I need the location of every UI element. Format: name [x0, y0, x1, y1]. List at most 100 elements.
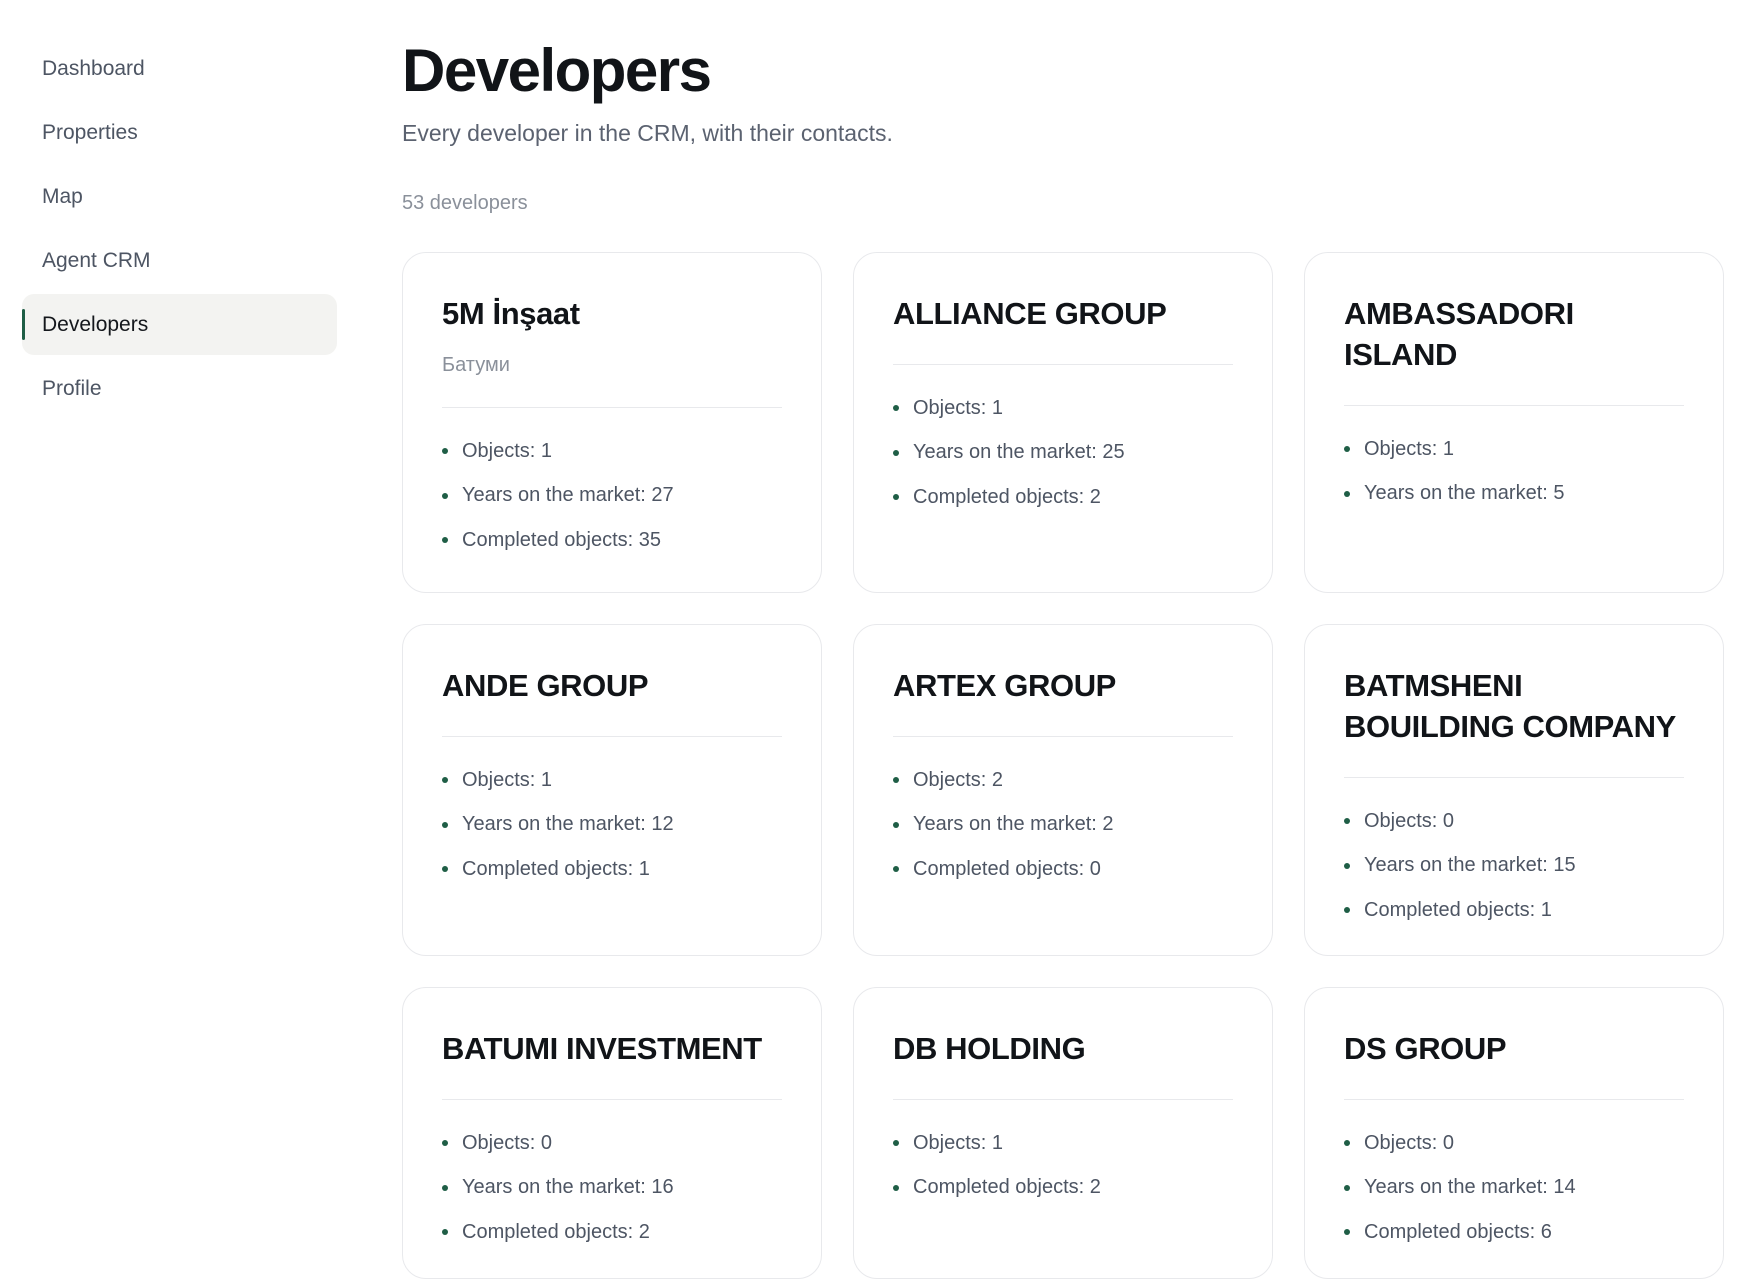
- stat-label: Completed objects:: [913, 1176, 1085, 1199]
- bullet-icon: [893, 449, 899, 456]
- developer-city: Батуми: [442, 354, 510, 376]
- sidebar: Dashboard Properties Map Agent CRM Devel…: [22, 38, 337, 422]
- developer-count: 53 developers: [402, 192, 528, 214]
- stat-label: Years on the market:: [462, 484, 646, 507]
- developer-card[interactable]: BATMSHENI BOUILDING COMPANY Objects: 0 Ye…: [1304, 624, 1724, 956]
- stat-value: 35: [638, 528, 662, 551]
- stat-completed: Completed objects: 1: [1344, 888, 1684, 933]
- stat-value: 27: [651, 484, 674, 507]
- stat-completed: Completed objects: 0: [893, 847, 1233, 892]
- stat-years: Years on the market: 15: [1344, 844, 1684, 889]
- stat-value: 1: [991, 1131, 1004, 1154]
- stat-completed: Completed objects: 6: [1344, 1210, 1684, 1255]
- bullet-icon: [442, 821, 448, 828]
- stat-label: Objects:: [1364, 437, 1438, 460]
- stat-objects: Objects: 0: [442, 1121, 782, 1166]
- developer-card[interactable]: ARTEX GROUP Objects: 2 Years on the marke…: [853, 624, 1273, 956]
- bullet-icon: [442, 866, 448, 873]
- bullet-icon: [1344, 818, 1350, 825]
- developer-card[interactable]: AMBASSADORI ISLAND Objects: 1 Years on th…: [1304, 252, 1724, 593]
- developer-card[interactable]: DB HOLDING Objects: 1 Completed objects: 2: [853, 987, 1273, 1279]
- stat-objects: Objects: 0: [1344, 1121, 1684, 1166]
- stat-completed: Completed objects: 2: [893, 475, 1233, 520]
- bullet-icon: [442, 1184, 448, 1191]
- stat-value: 0: [1442, 1131, 1455, 1154]
- developer-card[interactable]: ALLIANCE GROUP Objects: 1 Years on the ma…: [853, 252, 1273, 593]
- sidebar-item-map[interactable]: Map: [22, 166, 337, 227]
- stat-value: 2: [638, 1220, 650, 1243]
- stat-objects: Objects: 0: [1344, 799, 1684, 844]
- stat-value: 0: [540, 1131, 553, 1154]
- bullet-icon: [893, 1184, 899, 1191]
- developer-name: BATUMI INVESTMENT: [442, 1031, 762, 1066]
- stat-value: 2: [1102, 813, 1114, 836]
- developer-card[interactable]: ANDE GROUP Objects: 1 Years on the market…: [402, 624, 822, 956]
- page-subtitle: Every developer in the CRM, with their c…: [402, 120, 893, 146]
- developer-card[interactable]: 5M İnşaat Батуми Objects: 1 Years on the …: [402, 252, 822, 593]
- sidebar-item-developers[interactable]: Developers: [22, 294, 337, 355]
- bullet-icon: [1344, 862, 1350, 869]
- stat-completed: Completed objects: 1: [442, 847, 782, 892]
- developer-name: AMBASSADORI ISLAND: [1344, 296, 1574, 372]
- developer-name: BATMSHENI BOUILDING COMPANY: [1344, 668, 1676, 744]
- stat-label: Objects:: [462, 1131, 536, 1154]
- sidebar-item-agent-crm[interactable]: Agent CRM: [22, 230, 337, 291]
- bullet-icon: [1344, 907, 1350, 914]
- sidebar-item-profile[interactable]: Profile: [22, 358, 337, 419]
- stat-label: Years on the market:: [1364, 854, 1548, 877]
- stat-label: Objects:: [1364, 809, 1438, 832]
- stat-objects: Objects: 1: [893, 386, 1233, 431]
- stat-value: 16: [651, 1176, 674, 1199]
- stat-value: 1: [540, 439, 553, 462]
- stat-years: Years on the market: 27: [442, 474, 782, 519]
- stat-years: Years on the market: 2: [893, 803, 1233, 848]
- bullet-icon: [442, 492, 448, 499]
- stat-years: Years on the market: 5: [1344, 472, 1684, 517]
- stat-label: Completed objects:: [913, 857, 1085, 880]
- stat-label: Completed objects:: [462, 857, 634, 880]
- developer-card[interactable]: BATUMI INVESTMENT Objects: 0 Years on the…: [402, 987, 822, 1279]
- stat-value: 14: [1553, 1176, 1576, 1199]
- developer-card[interactable]: DS GROUP Objects: 0 Years on the market: 1…: [1304, 987, 1724, 1279]
- stat-completed: Completed objects: 35: [442, 518, 782, 563]
- stat-label: Objects:: [913, 1131, 987, 1154]
- stat-label: Years on the market:: [913, 813, 1097, 836]
- stat-label: Completed objects:: [1364, 898, 1536, 921]
- page-title: Developers: [402, 37, 712, 104]
- stat-value: 1: [1540, 898, 1552, 921]
- stat-value: 5: [1553, 482, 1565, 505]
- stat-objects: Objects: 1: [442, 758, 782, 803]
- bullet-icon: [442, 1229, 448, 1236]
- stat-completed: Completed objects: 2: [893, 1166, 1233, 1211]
- stat-objects: Objects: 1: [893, 1121, 1233, 1166]
- stat-years: Years on the market: 16: [442, 1166, 782, 1211]
- stat-value: 15: [1553, 854, 1576, 877]
- sidebar-item-dashboard[interactable]: Dashboard: [22, 38, 337, 99]
- developer-name: ANDE GROUP: [442, 668, 649, 703]
- stat-label: Years on the market:: [1364, 482, 1548, 505]
- stat-years: Years on the market: 14: [1344, 1166, 1684, 1211]
- divider: [442, 407, 782, 408]
- stat-label: Years on the market:: [462, 813, 646, 836]
- stat-label: Years on the market:: [462, 1176, 646, 1199]
- divider: [442, 736, 782, 737]
- bullet-icon: [442, 537, 448, 544]
- bullet-icon: [1344, 490, 1350, 497]
- stat-label: Objects:: [913, 768, 987, 791]
- bullet-icon: [893, 821, 899, 828]
- stat-objects: Objects: 1: [1344, 427, 1684, 472]
- stat-value: 1: [991, 396, 1004, 419]
- stat-value: 25: [1102, 441, 1125, 464]
- stat-value: 6: [1540, 1220, 1552, 1243]
- stat-completed: Completed objects: 2: [442, 1210, 782, 1255]
- developer-name: 5M İnşaat: [442, 296, 580, 331]
- developer-name: DB HOLDING: [893, 1031, 1086, 1066]
- stat-value: 0: [1442, 809, 1455, 832]
- bullet-icon: [1344, 1229, 1350, 1236]
- sidebar-item-properties[interactable]: Properties: [22, 102, 337, 163]
- stat-value: 12: [651, 813, 674, 836]
- divider: [893, 736, 1233, 737]
- bullet-icon: [442, 777, 448, 784]
- stat-objects: Objects: 1: [442, 429, 782, 474]
- bullet-icon: [893, 777, 899, 784]
